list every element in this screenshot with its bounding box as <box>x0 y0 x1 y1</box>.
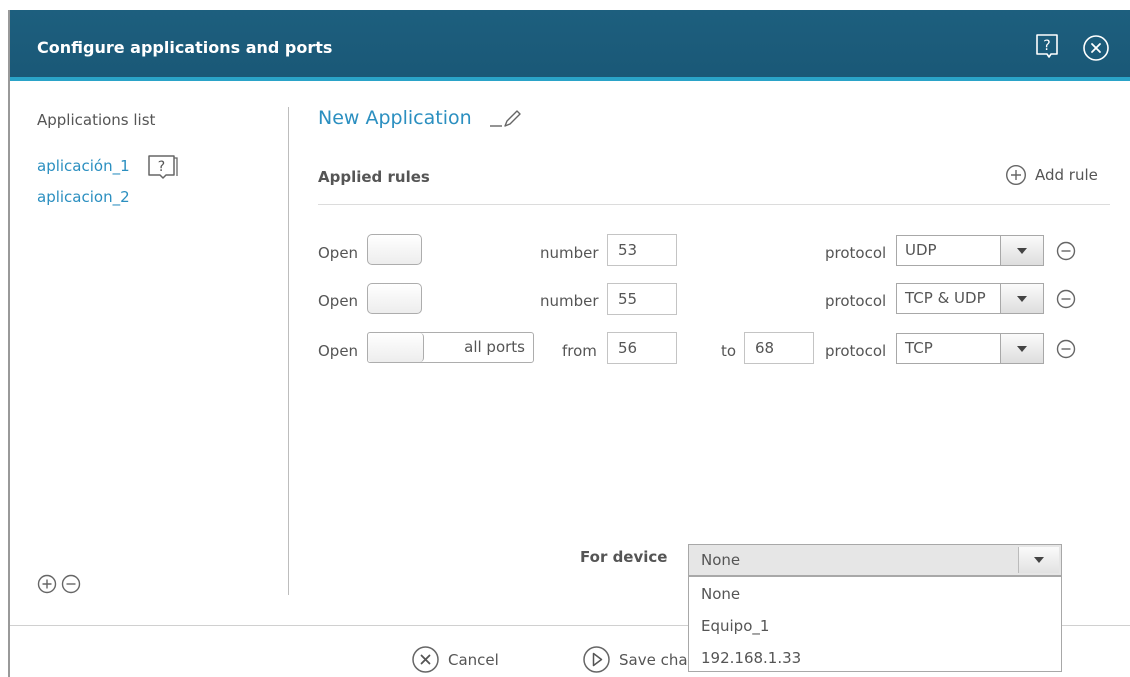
close-icon <box>412 646 439 673</box>
rule-from-label: from <box>562 342 597 360</box>
device-select[interactable]: None <box>688 544 1062 576</box>
all-ports-toggle[interactable]: all ports <box>367 332 534 363</box>
chevron-down-icon <box>1000 334 1043 363</box>
remove-rule-icon[interactable] <box>1056 339 1076 359</box>
rule-number-label: number <box>540 292 599 310</box>
rule-protocol-select[interactable]: TCP <box>896 333 1044 364</box>
rule-protocol-label: protocol <box>825 292 887 310</box>
applications-list-title: Applications list <box>37 111 156 129</box>
rule-protocol-value: TCP & UDP <box>905 289 986 307</box>
save-button[interactable]: Save cha <box>582 645 688 674</box>
toggle-knob <box>368 333 424 362</box>
rule-to-input[interactable]: 68 <box>744 332 814 364</box>
device-option-equipo-1[interactable]: Equipo_1 <box>701 617 769 635</box>
rule-open-label: Open <box>318 292 359 310</box>
rule-number-input[interactable]: 55 <box>607 283 677 315</box>
rule-protocol-value: UDP <box>905 241 937 259</box>
all-ports-label: all ports <box>464 338 525 356</box>
chevron-down-icon <box>1018 547 1059 573</box>
for-device-label: For device <box>580 548 668 566</box>
add-icon[interactable] <box>37 574 57 594</box>
rules-divider <box>318 204 1110 205</box>
close-icon[interactable] <box>1082 34 1110 62</box>
pencil-icon[interactable] <box>488 108 524 130</box>
rule-open-toggle[interactable] <box>367 234 422 265</box>
add-rule-label: Add rule <box>1035 166 1098 184</box>
application-name: New Application <box>318 107 472 129</box>
help-icon[interactable]: ? <box>146 153 180 180</box>
device-option-none[interactable]: None <box>701 585 740 603</box>
sidebar-item-aplicacion-2[interactable]: aplicacion_2 <box>37 188 130 206</box>
rule-number-input[interactable]: 53 <box>607 234 677 266</box>
play-icon <box>583 646 610 673</box>
rule-protocol-value: TCP <box>905 339 933 357</box>
remove-rule-icon[interactable] <box>1056 289 1076 309</box>
chevron-down-icon <box>1000 284 1043 313</box>
rule-open-label: Open <box>318 342 359 360</box>
remove-rule-icon[interactable] <box>1056 241 1076 261</box>
device-option-ip[interactable]: 192.168.1.33 <box>701 649 801 667</box>
rule-protocol-label: protocol <box>825 342 887 360</box>
device-dropdown: None Equipo_1 192.168.1.33 <box>688 576 1062 672</box>
save-label: Save cha <box>619 650 688 669</box>
add-icon <box>1005 164 1027 186</box>
cancel-button[interactable]: Cancel <box>411 645 499 674</box>
sidebar-item-aplicacion-1[interactable]: aplicación_1 <box>37 157 130 175</box>
svg-text:?: ? <box>1043 38 1050 54</box>
window-border <box>8 10 10 677</box>
rule-open-toggle[interactable] <box>367 283 422 314</box>
cancel-label: Cancel <box>448 650 499 669</box>
sidebar-divider <box>288 107 289 595</box>
rule-protocol-select[interactable]: UDP <box>896 235 1044 266</box>
rule-open-label: Open <box>318 244 359 262</box>
svg-text:?: ? <box>158 159 165 175</box>
rule-protocol-label: protocol <box>825 244 887 262</box>
rule-from-input[interactable]: 56 <box>607 332 677 364</box>
add-rule-button[interactable]: Add rule <box>1005 163 1098 187</box>
rule-to-label: to <box>721 342 737 360</box>
chevron-down-icon <box>1000 236 1043 265</box>
device-selected-value: None <box>701 551 741 569</box>
rule-protocol-select[interactable]: TCP & UDP <box>896 283 1044 314</box>
help-icon[interactable]: ? <box>1034 33 1060 59</box>
applied-rules-heading: Applied rules <box>318 168 430 186</box>
remove-icon[interactable] <box>61 574 81 594</box>
rule-number-label: number <box>540 244 599 262</box>
window-title: Configure applications and ports <box>37 38 333 57</box>
